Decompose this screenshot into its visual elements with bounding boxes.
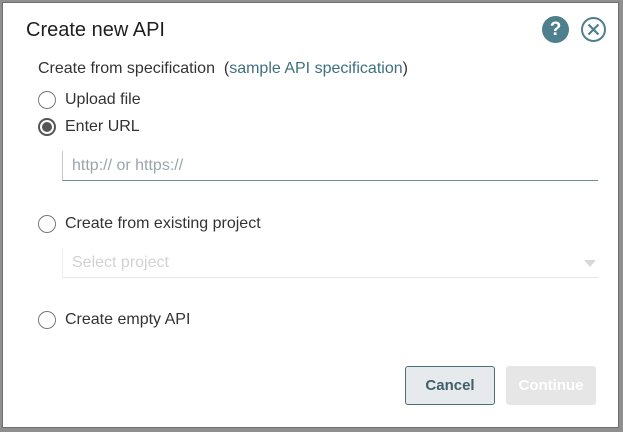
sample-spec-link[interactable]: sample API specification [229,60,402,77]
url-input[interactable] [62,151,598,181]
empty-api-radio[interactable] [38,311,56,329]
help-icon[interactable]: ? [542,16,569,43]
option-enter-url[interactable]: Enter URL [38,118,140,136]
option-empty-api[interactable]: Create empty API [38,311,190,329]
option-existing-project[interactable]: Create from existing project [38,215,261,233]
upload-file-label: Upload file [65,91,141,108]
subtitle-suffix: ) [402,60,408,77]
close-icon[interactable] [580,16,607,43]
spec-subtitle: Create from specification (sample API sp… [38,60,408,78]
existing-project-label: Create from existing project [65,215,261,232]
project-select[interactable]: Select project [62,248,598,278]
option-upload-file[interactable]: Upload file [38,91,141,109]
dialog-title: Create new API [26,19,165,41]
project-select-placeholder: Select project [72,253,169,271]
subtitle-prefix: Create from specification ( [38,60,230,77]
chevron-down-icon [584,260,596,267]
empty-api-label: Create empty API [65,311,191,328]
existing-project-radio[interactable] [38,215,56,233]
continue-button[interactable]: Continue [506,366,596,405]
upload-file-radio[interactable] [38,91,56,109]
enter-url-label: Enter URL [65,118,140,135]
create-api-dialog: Create new API ? Create from specificati… [2,2,619,428]
enter-url-radio[interactable] [38,118,56,136]
cancel-button[interactable]: Cancel [405,366,495,405]
